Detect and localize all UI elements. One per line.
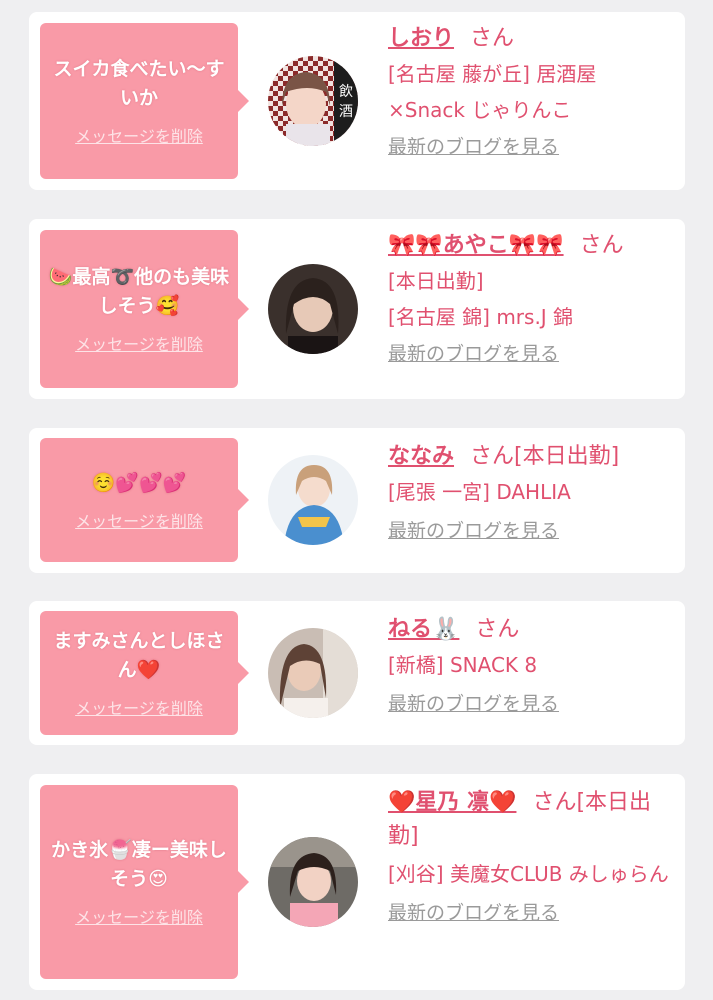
- name-line: ななみ さん[本日出勤]: [388, 440, 678, 474]
- latest-blog-link[interactable]: 最新のブログを見る: [388, 516, 559, 543]
- honorific: さん: [470, 444, 515, 469]
- avatar[interactable]: [268, 264, 358, 354]
- message-text: 🍉最高➰他のも美味しそう🥰: [48, 266, 230, 317]
- avatar[interactable]: [268, 628, 358, 718]
- avatar[interactable]: [268, 837, 358, 927]
- honorific: さん: [579, 233, 624, 258]
- delete-message-link[interactable]: メッセージを削除: [75, 331, 203, 355]
- shop-line: ×Snack じゃりんこ: [388, 98, 572, 122]
- delete-message-link[interactable]: メッセージを削除: [75, 904, 203, 928]
- avatar-photo: [268, 455, 358, 545]
- avatar-sign-char-2: 酒: [339, 104, 353, 120]
- message-card: 🍉最高➰他のも美味しそう🥰 メッセージを削除 🎀🎀あやこ🎀🎀 さん [本日出勤] …: [29, 219, 685, 399]
- honorific: さん: [532, 790, 577, 815]
- cast-name-link[interactable]: しおり: [388, 26, 454, 51]
- message-text: かき氷🍧凄ー美味しそう😍: [51, 839, 227, 890]
- cast-info: ななみ さん[本日出勤] [尾張 一宮] DAHLIA 最新のブログを見る: [388, 440, 678, 543]
- latest-blog-link[interactable]: 最新のブログを見る: [388, 132, 559, 159]
- honorific: さん: [470, 26, 515, 51]
- shop-line: [名古屋 藤が丘] 居酒屋: [388, 62, 597, 86]
- avatar-photo: 飲 酒: [268, 56, 358, 146]
- cast-info: 🎀🎀あやこ🎀🎀 さん [本日出勤] [名古屋 錦] mrs.J 錦 最新のブログを…: [388, 229, 678, 366]
- message-bubble: 🍉最高➰他のも美味しそう🥰 メッセージを削除: [40, 230, 249, 388]
- message-text: ☺️💕💕💕: [91, 471, 187, 494]
- shop-line: [本日出勤]: [388, 269, 484, 293]
- delete-message-link[interactable]: メッセージを削除: [75, 508, 203, 532]
- latest-blog-link[interactable]: 最新のブログを見る: [388, 339, 559, 366]
- shop-line: [新橋] SNACK 8: [388, 653, 538, 677]
- message-card: ますみさんとしほさん❤️ メッセージを削除 ねる🐰 さん [新橋] SNACK 8…: [29, 601, 685, 745]
- shop-line: [刈谷] 美魔女CLUB みしゅらん: [388, 862, 669, 886]
- avatar-photo: [268, 837, 358, 927]
- message-text: スイカ食べたい〜すいか: [53, 58, 225, 109]
- cast-name-link[interactable]: ねる🐰: [388, 617, 459, 642]
- message-bubble: スイカ食べたい〜すいか メッセージを削除: [40, 23, 249, 179]
- latest-blog-link[interactable]: 最新のブログを見る: [388, 689, 559, 716]
- delete-message-link[interactable]: メッセージを削除: [75, 695, 203, 719]
- latest-blog-link[interactable]: 最新のブログを見る: [388, 898, 559, 925]
- cast-info: ねる🐰 さん [新橋] SNACK 8 最新のブログを見る: [388, 613, 678, 716]
- cast-name-link[interactable]: 🎀🎀あやこ🎀🎀: [388, 233, 564, 258]
- name-line: 🎀🎀あやこ🎀🎀 さん: [388, 229, 678, 263]
- message-bubble: ☺️💕💕💕 メッセージを削除: [40, 438, 249, 562]
- avatar-sign-char-1: 飲: [339, 84, 353, 100]
- cast-name-link[interactable]: ななみ: [388, 444, 454, 469]
- message-card: ☺️💕💕💕 メッセージを削除 ななみ さん[本日出勤] [尾張 一宮] DAHLI…: [29, 428, 685, 573]
- delete-message-link[interactable]: メッセージを削除: [75, 123, 203, 147]
- attendance-tag: [本日出勤]: [514, 444, 620, 469]
- cast-info: ❤️星乃 凛❤️ さん[本日出勤] [刈谷] 美魔女CLUB みしゅらん 最新のブ…: [388, 786, 678, 925]
- shop-line: [尾張 一宮] DAHLIA: [388, 480, 571, 504]
- shop-line: [名古屋 錦] mrs.J 錦: [388, 305, 574, 329]
- avatar-photo: [268, 628, 358, 718]
- message-bubble: かき氷🍧凄ー美味しそう😍 メッセージを削除: [40, 785, 249, 979]
- name-line: ❤️星乃 凛❤️ さん[本日出勤]: [388, 786, 678, 854]
- avatar[interactable]: 飲 酒: [268, 56, 358, 146]
- message-card: スイカ食べたい〜すいか メッセージを削除 飲 酒 しおり さん [名古屋 藤が丘]…: [29, 12, 685, 190]
- cast-name-link[interactable]: ❤️星乃 凛❤️: [388, 790, 516, 815]
- avatar[interactable]: [268, 455, 358, 545]
- cast-info: しおり さん [名古屋 藤が丘] 居酒屋 ×Snack じゃりんこ 最新のブログを…: [388, 22, 678, 159]
- message-card: かき氷🍧凄ー美味しそう😍 メッセージを削除 ❤️星乃 凛❤️ さん[本日出勤] […: [29, 774, 685, 990]
- message-bubble: ますみさんとしほさん❤️ メッセージを削除: [40, 611, 249, 735]
- honorific: さん: [475, 617, 520, 642]
- avatar-photo: [268, 264, 358, 354]
- message-text: ますみさんとしほさん❤️: [53, 630, 225, 681]
- name-line: しおり さん: [388, 22, 678, 56]
- name-line: ねる🐰 さん: [388, 613, 678, 647]
